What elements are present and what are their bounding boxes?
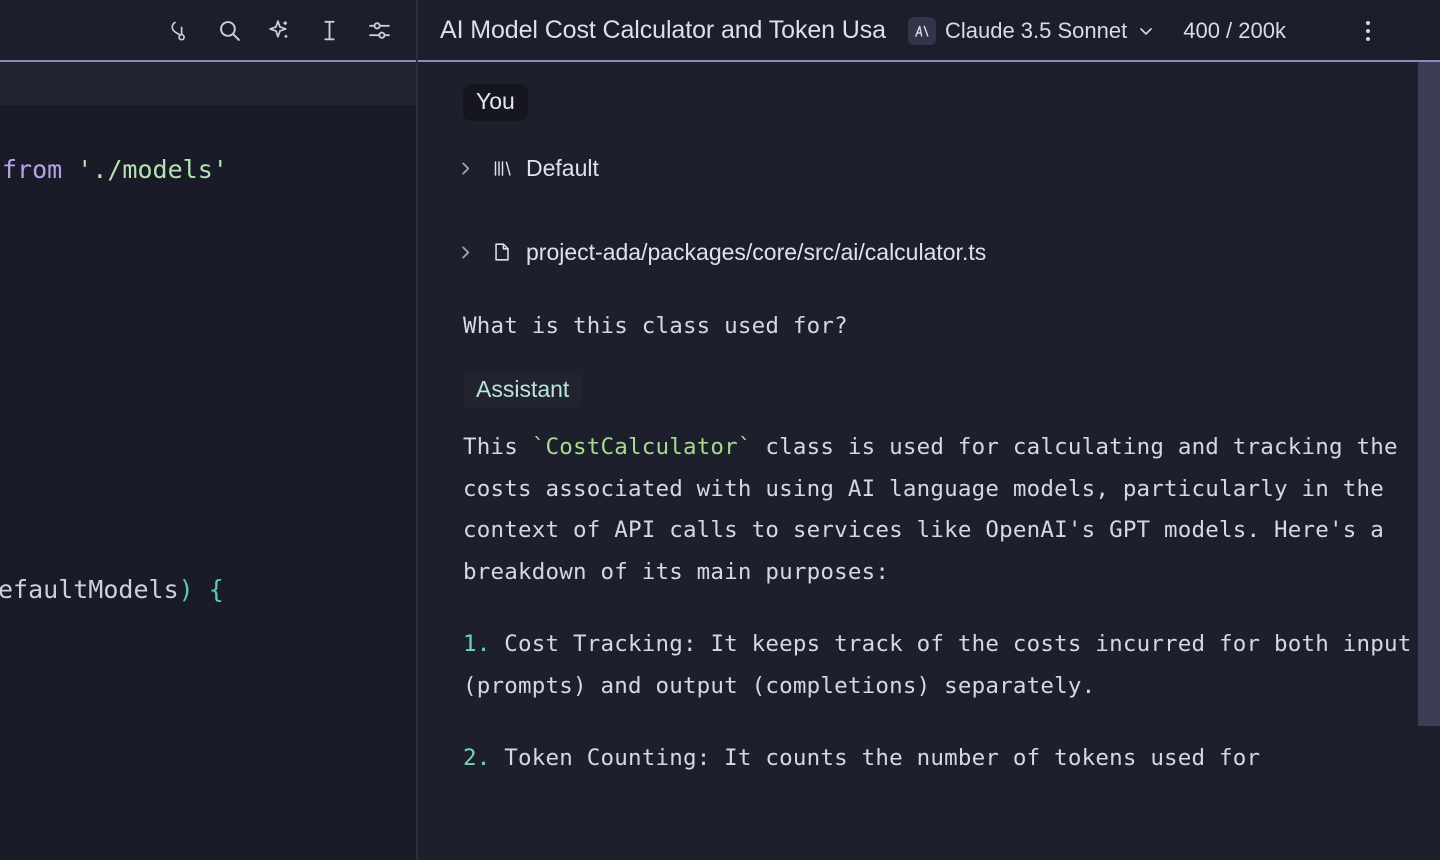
code-line: from './models' bbox=[2, 155, 228, 184]
code-token-punct: ) bbox=[178, 575, 194, 604]
kebab-dot bbox=[1365, 36, 1370, 41]
file-icon bbox=[484, 241, 520, 263]
code-editor-pane[interactable]: from './models' efaultModels) { bbox=[0, 62, 416, 860]
list-item: 1. Cost Tracking: It keeps track of the … bbox=[418, 624, 1440, 708]
context-label: Default bbox=[526, 154, 599, 181]
page-title: AI Model Cost Calculator and Token Usa bbox=[440, 16, 886, 44]
model-name-label: Claude 3.5 Sonnet bbox=[944, 17, 1128, 43]
assistant-message-header: Assistant bbox=[418, 371, 1440, 409]
sliders-icon[interactable] bbox=[366, 18, 392, 44]
kebab-dot bbox=[1365, 20, 1370, 25]
list-item-number: 1. bbox=[463, 630, 491, 657]
editor-toolbar bbox=[0, 0, 417, 61]
context-item-default[interactable]: Default bbox=[418, 151, 1440, 185]
list-item-number: 2. bbox=[463, 744, 491, 771]
list-item-text: Cost Tracking: It keeps track of the cos… bbox=[463, 630, 1412, 699]
list-item: 2. Token Counting: It counts the number … bbox=[418, 738, 1440, 780]
user-question-text: What is this class used for? bbox=[463, 313, 848, 339]
context-label: project-ada/packages/core/src/ai/calcula… bbox=[526, 238, 987, 265]
chat-scrollbar-thumb[interactable] bbox=[1418, 62, 1440, 726]
more-options-button[interactable] bbox=[1355, 18, 1381, 44]
text-cursor-icon[interactable] bbox=[316, 18, 342, 44]
git-branch-icon[interactable] bbox=[166, 18, 192, 44]
chevron-right-icon[interactable] bbox=[452, 243, 478, 262]
search-icon[interactable] bbox=[216, 18, 242, 44]
library-icon bbox=[484, 158, 520, 179]
chat-pane: You Default project-ada/packages/core/sr… bbox=[418, 62, 1440, 860]
model-selector[interactable]: Claude 3.5 Sonnet bbox=[907, 16, 1156, 45]
token-usage-label: 400 / 200k bbox=[1183, 17, 1286, 43]
code-token-punct: { bbox=[208, 575, 224, 604]
top-bar: AI Model Cost Calculator and Token Usa C… bbox=[0, 0, 1440, 61]
anthropic-logo-icon bbox=[907, 16, 936, 45]
code-token-identifier: efaultModels bbox=[0, 575, 179, 604]
paragraph-prefix: This bbox=[463, 433, 532, 460]
user-message-header: You bbox=[418, 84, 1440, 121]
sparkle-icon[interactable] bbox=[266, 18, 292, 44]
kebab-dot bbox=[1365, 28, 1370, 33]
context-item-file[interactable]: project-ada/packages/core/src/ai/calcula… bbox=[418, 235, 1440, 269]
code-token-string: './models' bbox=[77, 155, 228, 184]
app-window: AI Model Cost Calculator and Token Usa C… bbox=[0, 0, 1440, 860]
list-item-text: Token Counting: It counts the number of … bbox=[490, 744, 1261, 771]
assistant-paragraph: This `CostCalculator` class is used for … bbox=[418, 427, 1440, 594]
editor-tab-strip bbox=[0, 62, 416, 105]
chevron-down-icon[interactable] bbox=[1136, 21, 1156, 41]
chat-header: AI Model Cost Calculator and Token Usa C… bbox=[417, 0, 1440, 61]
code-line: efaultModels) { bbox=[0, 575, 224, 604]
chat-scrollbar[interactable] bbox=[1418, 62, 1440, 860]
role-badge-user: You bbox=[463, 84, 528, 121]
inline-code: `CostCalculator` bbox=[531, 433, 752, 460]
chevron-right-icon[interactable] bbox=[452, 159, 478, 178]
role-badge-assistant: Assistant bbox=[463, 371, 583, 409]
code-token-keyword: from bbox=[2, 155, 63, 184]
